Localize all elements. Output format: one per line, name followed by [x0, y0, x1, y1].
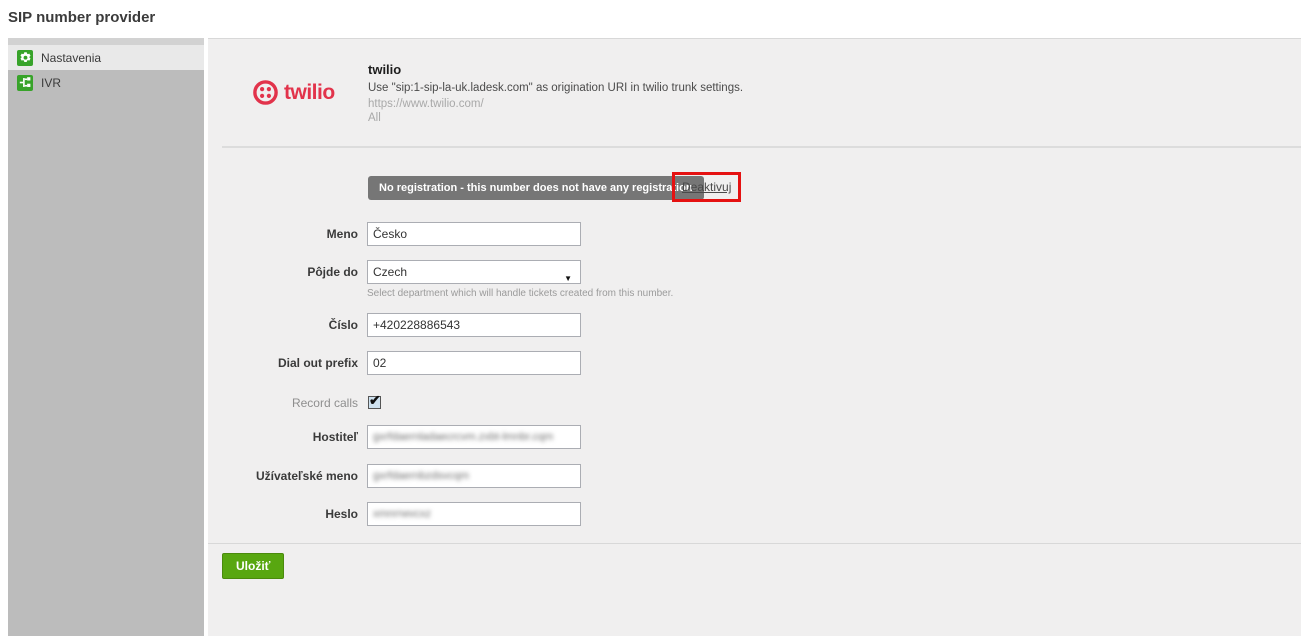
gear-icon [17, 50, 33, 66]
ivr-flow-icon [17, 75, 33, 91]
twilio-logo-icon [252, 79, 279, 106]
annotation-highlight-box: Deaktivuj [672, 172, 741, 202]
chevron-down-icon: ▼ [564, 268, 572, 290]
department-helper-text: Select department which will handle tick… [367, 288, 673, 299]
name-label: Meno [208, 222, 358, 246]
twilio-logo: twilio [252, 79, 335, 106]
department-selected-value: Czech [373, 265, 407, 279]
username-blurred-value: gxrfdaernbzdsvcqm [368, 465, 580, 487]
dial-out-prefix-label: Dial out prefix [208, 351, 358, 375]
host-label: Hostiteľ [208, 425, 358, 449]
department-label: Pôjde do [208, 260, 358, 284]
registration-status-badge: No registration - this number does not h… [368, 176, 704, 200]
provider-url: https://www.twilio.com/ [368, 98, 484, 110]
sidebar-item-label: Nastavenia [41, 51, 101, 65]
sidebar-top-strip [8, 38, 204, 45]
username-label: Užívateľské meno [208, 464, 358, 488]
sidebar-item-label: IVR [41, 76, 61, 90]
username-input[interactable]: gxrfdaernbzdsvcqm [367, 464, 581, 488]
name-input[interactable] [367, 222, 581, 246]
deactivate-link[interactable]: Deaktivuj [682, 180, 731, 194]
save-button[interactable]: Uložiť [222, 553, 284, 579]
dial-out-prefix-input[interactable] [367, 351, 581, 375]
sidebar-item-nastavenia[interactable]: Nastavenia [8, 45, 204, 70]
footer-divider [208, 543, 1301, 544]
sidebar-item-ivr[interactable]: IVR [8, 70, 204, 95]
host-input[interactable]: gxrfdaernladaecrcvm.zxbt-lmnbr.cqm [367, 425, 581, 449]
settings-panel: twilio twilio Use "sip:1-sip-la-uk.lades… [208, 38, 1301, 636]
password-blurred-value: xmnrrwvcxz [368, 503, 580, 525]
provider-name: twilio [368, 62, 401, 77]
record-calls-label: Record calls [208, 391, 358, 415]
password-input[interactable]: xmnrrwvcxz [367, 502, 581, 526]
number-input[interactable] [367, 313, 581, 337]
sidebar: Nastavenia IVR [8, 38, 204, 636]
page-title: SIP number provider [8, 9, 155, 26]
record-calls-checkbox[interactable]: ✔ [368, 396, 381, 409]
provider-description: Use "sip:1-sip-la-uk.ladesk.com" as orig… [368, 82, 743, 94]
password-label: Heslo [208, 502, 358, 526]
provider-availability: All [368, 112, 381, 124]
checkmark-icon: ✔ [369, 392, 381, 409]
header-divider [222, 146, 1301, 148]
department-select[interactable]: Czech ▼ [367, 260, 581, 284]
host-blurred-value: gxrfdaernladaecrcvm.zxbt-lmnbr.cqm [368, 426, 580, 448]
number-label: Číslo [208, 313, 358, 337]
twilio-wordmark: twilio [284, 81, 335, 105]
